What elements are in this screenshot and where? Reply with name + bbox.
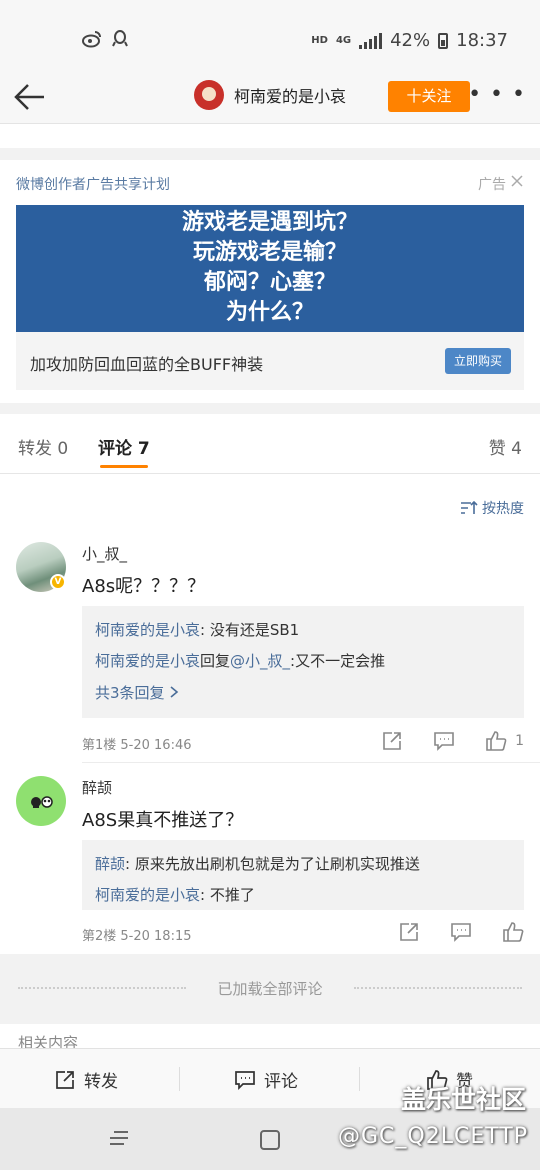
- comment-button[interactable]: 评论: [234, 1067, 298, 1092]
- reply-verb: 回复: [200, 652, 231, 670]
- like-count: 1: [515, 733, 524, 749]
- commenter-name[interactable]: 小_叔_: [82, 543, 127, 564]
- more-replies-link[interactable]: 共3条回复: [95, 682, 179, 703]
- tab-like[interactable]: 赞 4: [489, 434, 522, 459]
- more-replies-label: 共3条回复: [95, 684, 165, 702]
- reply-box[interactable]: 醉颉: 原来先放出刷机包就是为了让刷机实现推送 柯南爱的是小哀: 不推了: [82, 840, 524, 910]
- toolbar-separator: [359, 1067, 360, 1091]
- like-control[interactable]: 1: [485, 730, 524, 752]
- post-author[interactable]: 柯南爱的是小哀: [194, 80, 346, 110]
- reply-user[interactable]: 醉颉: [95, 855, 125, 873]
- active-tab-indicator: [100, 465, 148, 468]
- tab-repost[interactable]: 转发 0: [18, 434, 68, 459]
- comment-icon: [235, 1070, 255, 1090]
- comment-actions: 1: [381, 730, 524, 752]
- battery-percent: 42%: [390, 30, 431, 51]
- nav-bar: 柯南爱的是小哀 十关注 • • •: [0, 70, 540, 124]
- network-indicator: 4G: [335, 35, 352, 46]
- ad-close[interactable]: 广告: [478, 174, 524, 194]
- recent-apps-icon[interactable]: [108, 1128, 132, 1150]
- comment-actions: [398, 921, 524, 943]
- ad-label: 广告: [478, 177, 506, 193]
- commenter-avatar[interactable]: [16, 776, 66, 826]
- ad-banner-line: 郁闷？心塞？: [203, 270, 336, 295]
- ad-footer[interactable]: 加攻加防回血回蓝的全BUFF神装 立即购买: [16, 332, 524, 390]
- battery-icon: [438, 32, 449, 49]
- weibo-icon: [82, 31, 101, 48]
- content-top-strip: [0, 124, 540, 148]
- reply-item[interactable]: 柯南爱的是小哀: 不推了: [95, 884, 255, 905]
- share-icon: [56, 1070, 74, 1089]
- qq-icon: [112, 30, 128, 47]
- share-icon[interactable]: [381, 730, 403, 752]
- ad-description: 加攻加防回血回蓝的全BUFF神装: [30, 355, 264, 374]
- reply-user[interactable]: 柯南爱的是小哀: [95, 652, 200, 670]
- reply-text: :又不一定会推: [290, 652, 386, 670]
- comment-meta: 第2楼 5-20 18:15: [82, 929, 192, 944]
- comment-list: 按热度 V 小_叔_ A8s呢？？？？ 柯南爱的是小哀: 没有还是SB1 柯南爱…: [0, 474, 540, 954]
- reply-item[interactable]: 醉颉: 原来先放出刷机包就是为了让刷机实现推送: [95, 853, 420, 874]
- signal-icon: [359, 32, 383, 49]
- follow-button[interactable]: 十关注: [388, 81, 470, 112]
- comment-item: V 小_叔_ A8s呢？？？？ 柯南爱的是小哀: 没有还是SB1 柯南爱的是小哀…: [0, 540, 540, 762]
- reply-user[interactable]: 柯南爱的是小哀: [95, 886, 200, 904]
- thumbs-up-icon[interactable]: [502, 921, 524, 943]
- reply-text: : 原来先放出刷机包就是为了让刷机实现推送: [125, 855, 420, 873]
- author-name[interactable]: 柯南爱的是小哀: [234, 83, 346, 107]
- verified-badge-icon: V: [50, 574, 66, 590]
- comment-divider: [82, 762, 540, 763]
- reply-icon[interactable]: [433, 730, 455, 752]
- reply-user[interactable]: 柯南爱的是小哀: [95, 621, 200, 639]
- home-icon[interactable]: [258, 1128, 282, 1152]
- hd-indicator: HD: [311, 35, 328, 46]
- repost-button[interactable]: 转发: [54, 1067, 118, 1092]
- ad-banner[interactable]: 游戏老是遇到坑？ 玩游戏老是输？ 郁闷？心塞？ 为什么？: [16, 205, 524, 332]
- post-tabs: 转发 0 评论 7 赞 4: [0, 414, 540, 474]
- dotted-divider: [354, 987, 522, 989]
- sort-icon: [461, 500, 478, 514]
- reply-text: : 没有还是SB1: [200, 621, 300, 639]
- status-right: HD 4G 42% 18:37: [311, 30, 508, 51]
- comment-meta: 第1楼 5-20 16:46: [82, 738, 192, 753]
- sort-label: 按热度: [482, 501, 524, 517]
- status-left-icons: [82, 30, 128, 48]
- clock: 18:37: [456, 30, 508, 51]
- reply-icon[interactable]: [450, 921, 472, 943]
- ad-banner-line: 游戏老是遇到坑？: [181, 210, 358, 235]
- reply-text: : 不推了: [200, 886, 255, 904]
- share-icon[interactable]: [398, 921, 420, 943]
- repost-label: 转发: [84, 1072, 118, 1092]
- comment-item: 醉颉 A8S果真不推送了？ 醉颉: 原来先放出刷机包就是为了让刷机实现推送 柯南…: [0, 774, 540, 952]
- ad-card: 微博创作者广告共享计划 广告 游戏老是遇到坑？ 玩游戏老是输？ 郁闷？心塞？ 为…: [0, 160, 540, 403]
- panda-icon: [31, 796, 53, 808]
- buy-now-button[interactable]: 立即购买: [445, 348, 511, 374]
- more-options-icon[interactable]: • • •: [468, 82, 526, 107]
- comment-text: A8s呢？？？？: [82, 576, 206, 597]
- reply-item[interactable]: 柯南爱的是小哀回复@小_叔_:又不一定会推: [95, 650, 385, 671]
- ad-header[interactable]: 微博创作者广告共享计划: [16, 174, 170, 194]
- thumbs-up-icon[interactable]: [485, 730, 507, 752]
- watermark-community: 盖乐世社区: [400, 1085, 526, 1114]
- back-arrow-icon[interactable]: [12, 80, 46, 114]
- close-icon[interactable]: [510, 174, 524, 188]
- author-avatar[interactable]: [194, 80, 224, 110]
- ad-banner-line: 为什么？: [225, 300, 314, 325]
- tab-comment[interactable]: 评论 7: [98, 434, 150, 459]
- comment-text: A8S果真不推送了？: [82, 810, 244, 831]
- comment-label: 评论: [264, 1072, 298, 1092]
- ad-banner-line: 玩游戏老是输？: [192, 240, 347, 265]
- watermark-handle: @GC_Q2LCETTP: [338, 1124, 528, 1149]
- commenter-name[interactable]: 醉颉: [82, 777, 112, 798]
- toolbar-separator: [179, 1067, 180, 1091]
- status-bar: HD 4G 42% 18:37: [0, 0, 540, 80]
- reply-box[interactable]: 柯南爱的是小哀: 没有还是SB1 柯南爱的是小哀回复@小_叔_:又不一定会推 共…: [82, 606, 524, 718]
- chevron-right-icon: [170, 686, 179, 698]
- reply-mention[interactable]: @小_叔_: [230, 652, 290, 670]
- all-loaded-notice: 已加载全部评论: [0, 954, 540, 1024]
- sort-button[interactable]: 按热度: [460, 498, 524, 518]
- reply-item[interactable]: 柯南爱的是小哀: 没有还是SB1: [95, 619, 299, 640]
